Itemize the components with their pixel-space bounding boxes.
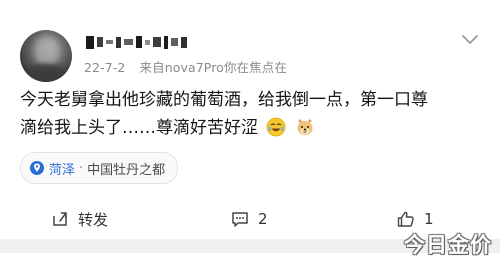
- dog-face-icon: [297, 119, 313, 135]
- repost-label: 转发: [78, 210, 109, 229]
- location-city: 菏泽: [49, 162, 76, 178]
- post-text-line-1: 今天老舅拿出他珍藏的葡萄酒，给我倒一点，第一口尊: [20, 90, 428, 110]
- comment-button[interactable]: 2: [230, 203, 268, 235]
- comment-icon: [232, 212, 248, 227]
- repost-button[interactable]: 转发: [50, 203, 108, 235]
- avatar[interactable]: [20, 30, 72, 82]
- post-meta: 22-7-2 来自nova7Pro你在焦点在: [84, 57, 287, 76]
- repost-icon: [53, 212, 67, 226]
- username-redacted[interactable]: [86, 34, 187, 50]
- post-source: 来自nova7Pro: [139, 60, 224, 75]
- comment-count: 2: [258, 210, 268, 228]
- watermark: 今日金价: [404, 232, 492, 257]
- post-text-line-2: 滴给我上头了……尊滴好苦好涩: [20, 114, 482, 142]
- like-count: 1: [424, 210, 434, 228]
- post-text: 今天老舅拿出他珍藏的葡萄酒，给我倒一点，第一口尊 滴给我上头了……尊滴好苦好涩: [20, 86, 482, 142]
- location-detail: 中国牡丹之都: [87, 162, 166, 178]
- crying-laughing-face-icon: [267, 117, 286, 137]
- thumbs-up-icon: [397, 211, 414, 227]
- location-pin-icon: [30, 161, 44, 175]
- post-text-line-2-content: 滴给我上头了……尊滴好苦好涩: [20, 118, 258, 138]
- post-date: 22-7-2: [84, 60, 126, 75]
- post-location-note: 你在焦点在: [223, 60, 287, 75]
- location-separator: ·: [79, 160, 84, 176]
- more-options-icon[interactable]: [460, 33, 480, 47]
- location-tag[interactable]: 菏泽 · 中国牡丹之都: [20, 152, 179, 184]
